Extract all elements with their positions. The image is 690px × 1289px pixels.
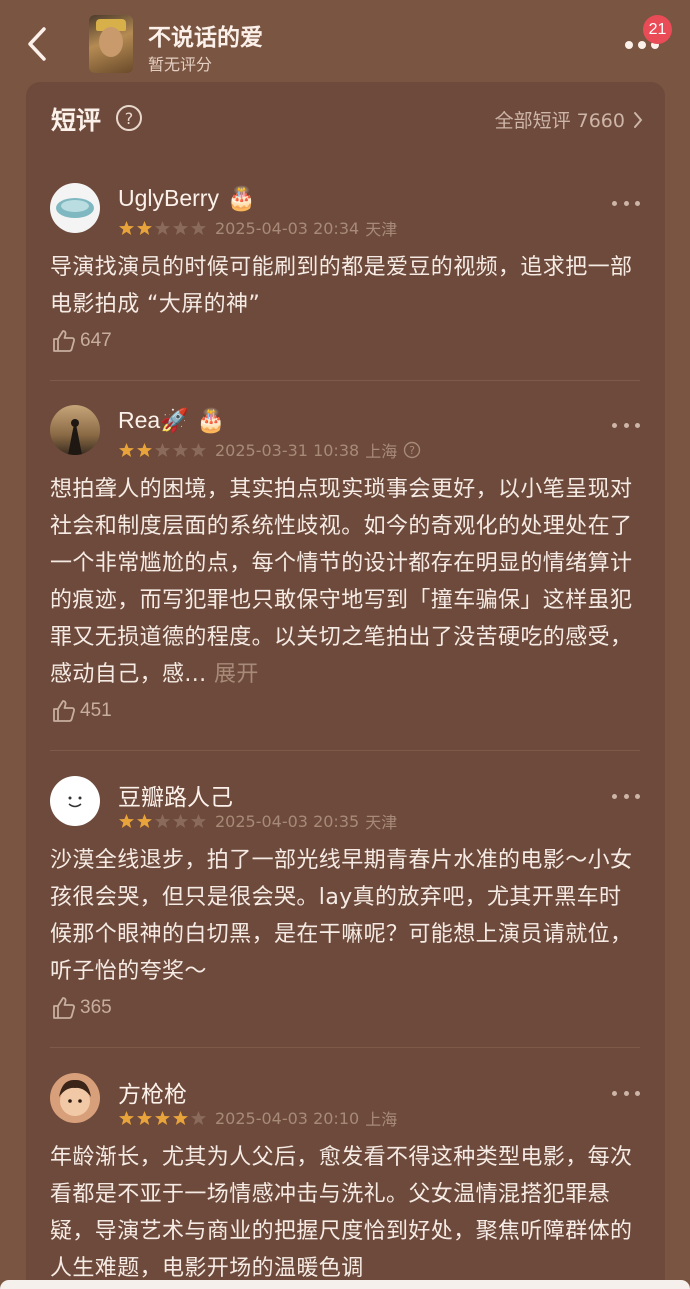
like-count: 647 (80, 330, 112, 351)
avatar[interactable] (50, 183, 100, 233)
star-empty-icon (173, 814, 188, 828)
review-item: Rea🚀 🎂 2025-03-31 10:38 上海 ? 想拍聋人的困境，其实拍… (50, 405, 640, 735)
review-location: 上海 (365, 442, 398, 461)
star-filled-icon (119, 814, 134, 828)
notification-badge: 21 (643, 15, 672, 44)
bottom-sheet-edge (0, 1280, 690, 1289)
section-title: 短评 (51, 106, 102, 135)
star-filled-icon (137, 814, 152, 828)
thumbs-up-icon (53, 700, 75, 722)
star-empty-icon (191, 221, 206, 235)
review-text: 沙漠全线退步，拍了一部光线早期青春片水准的电影～小女孩很会哭，但只是很会哭。la… (50, 848, 633, 984)
review-more-button[interactable] (612, 1087, 640, 1099)
review-more-button[interactable] (612, 197, 640, 209)
review-datetime: 2025-04-03 20:35 (215, 811, 360, 831)
star-filled-icon (155, 1111, 170, 1125)
help-icon[interactable]: ? (403, 441, 421, 459)
review-item: 方枪枪 2025-04-03 20:10 上海 年龄渐长，尤其为人父后，愈发看不… (50, 1073, 640, 1283)
movie-rating-status: 暂无评分 (148, 55, 213, 74)
review-item: 豆瓣路人己 2025-04-03 20:35 天津 沙漠全线退步，拍了一部光线早… (50, 776, 640, 1036)
review-location: 上海 (365, 1110, 398, 1129)
thumbs-up-icon (53, 997, 75, 1019)
review-more-button[interactable] (612, 790, 640, 802)
rating-stars (118, 220, 207, 236)
review-text: 年龄渐长，尤其为人父后，愈发看不得这种类型电影，每次看都是不亚于一场情感冲击与洗… (50, 1145, 633, 1281)
chevron-left-icon (28, 27, 46, 61)
star-empty-icon (191, 443, 206, 457)
username[interactable]: Rea🚀 🎂 (118, 407, 225, 434)
rating-stars (118, 1110, 207, 1126)
avatar[interactable] (50, 776, 100, 826)
like-count: 365 (80, 997, 112, 1018)
thumbs-up-icon (53, 330, 75, 352)
avatar[interactable] (50, 405, 100, 455)
divider (50, 380, 640, 381)
svg-text:?: ? (125, 109, 134, 128)
username[interactable]: UglyBerry 🎂 (118, 185, 256, 212)
like-button[interactable]: 647 (52, 329, 112, 353)
like-button[interactable]: 365 (52, 996, 112, 1020)
review-location: 天津 (365, 220, 398, 239)
username[interactable]: 方枪枪 (118, 1075, 187, 1109)
avatar[interactable] (50, 1073, 100, 1123)
like-count: 451 (80, 700, 112, 721)
star-filled-icon (137, 443, 152, 457)
all-reviews-link[interactable]: 全部短评 7660 (495, 106, 643, 133)
star-filled-icon (137, 221, 152, 235)
svg-text:?: ? (409, 444, 415, 457)
review-meta: 2025-04-03 20:35 天津 (118, 811, 398, 832)
rating-stars (118, 813, 207, 829)
like-button[interactable]: 451 (52, 699, 112, 723)
star-filled-icon (119, 443, 134, 457)
star-empty-icon (155, 814, 170, 828)
movie-poster[interactable] (89, 15, 133, 73)
back-button[interactable] (22, 24, 52, 64)
review-meta: 2025-04-03 20:34 天津 (118, 218, 398, 239)
review-meta: 2025-04-03 20:10 上海 (118, 1108, 398, 1129)
review-more-button[interactable] (612, 419, 640, 431)
star-filled-icon (119, 221, 134, 235)
rating-stars (118, 442, 207, 458)
all-reviews-label: 全部短评 7660 (494, 110, 625, 132)
star-filled-icon (119, 1111, 134, 1125)
help-icon[interactable]: ? (115, 104, 143, 132)
star-empty-icon (155, 443, 170, 457)
review-datetime: 2025-04-03 20:10 (215, 1108, 360, 1128)
star-empty-icon (191, 1111, 206, 1125)
expand-link[interactable]: 展开 (214, 662, 259, 687)
star-empty-icon (173, 221, 188, 235)
divider (50, 750, 640, 751)
review-text: 想拍聋人的困境，其实拍点现实琐事会更好，以小笔呈现对社会和制度层面的系统性歧视。… (50, 477, 633, 687)
top-bar: 不说话的爱 暂无评分 21 (0, 0, 690, 82)
review-item: UglyBerry 🎂 2025-04-03 20:34 天津 导演找演员的时候… (50, 183, 640, 373)
review-text: 导演找演员的时候可能刷到的都是爱豆的视频，追求把一部电影拍成 “大屏的神” (50, 255, 633, 317)
review-meta: 2025-03-31 10:38 上海 ? (118, 440, 421, 461)
star-empty-icon (155, 221, 170, 235)
star-empty-icon (173, 443, 188, 457)
review-location: 天津 (365, 813, 398, 832)
review-datetime: 2025-03-31 10:38 (215, 440, 360, 460)
chevron-right-icon (634, 111, 643, 128)
star-empty-icon (191, 814, 206, 828)
divider (50, 1047, 640, 1048)
movie-title: 不说话的爱 (148, 25, 263, 51)
cake-icon: 🎂 (196, 407, 226, 433)
username[interactable]: 豆瓣路人己 (118, 778, 233, 812)
review-datetime: 2025-04-03 20:34 (215, 218, 360, 238)
star-filled-icon (137, 1111, 152, 1125)
star-filled-icon (173, 1111, 188, 1125)
cake-icon: 🎂 (226, 185, 256, 211)
